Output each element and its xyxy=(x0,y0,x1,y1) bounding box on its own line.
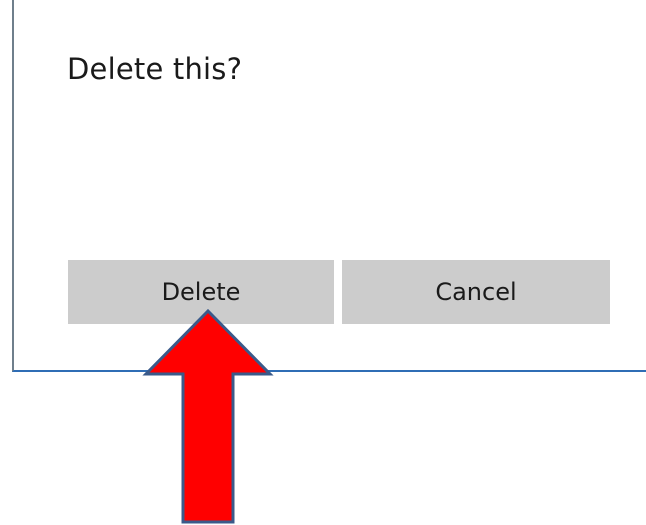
screenshot-stage: Delete this? Delete Cancel xyxy=(0,0,646,525)
confirm-dialog: Delete this? Delete Cancel xyxy=(12,0,646,372)
cancel-button[interactable]: Cancel xyxy=(342,260,610,324)
up-arrow-icon xyxy=(142,308,274,524)
arrow-shape xyxy=(142,308,274,524)
dialog-title: Delete this? xyxy=(67,52,243,86)
